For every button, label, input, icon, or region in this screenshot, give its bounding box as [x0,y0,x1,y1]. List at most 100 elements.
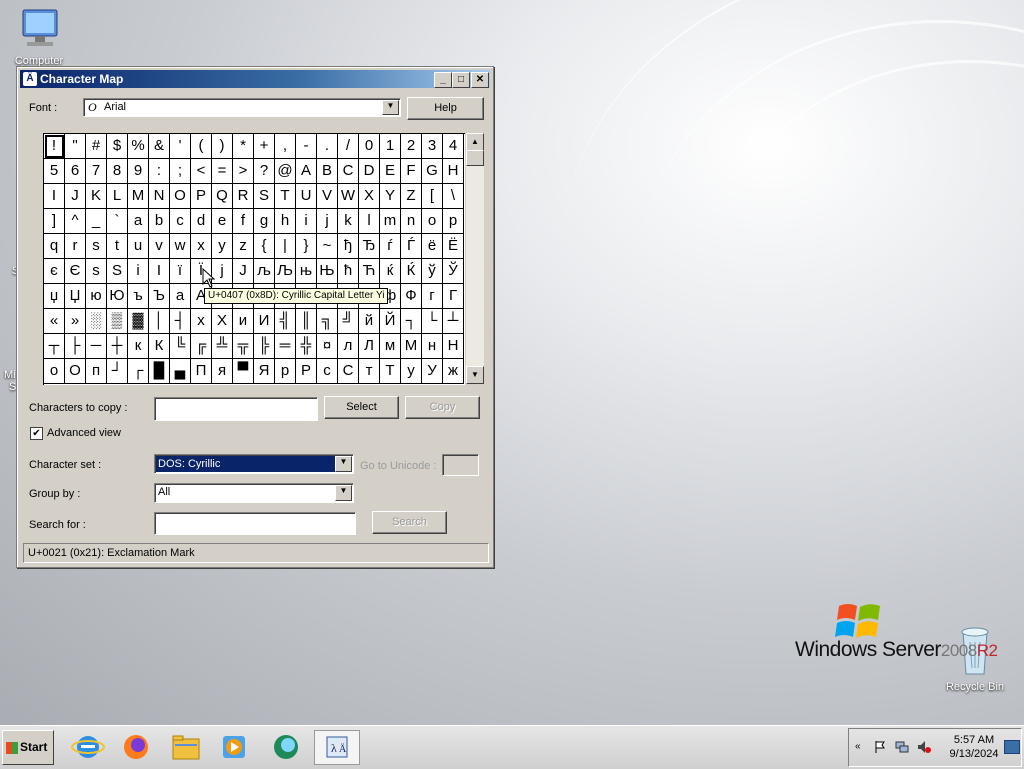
character-cell[interactable]: т [359,359,380,384]
character-cell[interactable]: Я [254,359,275,384]
character-grid-scrollbar[interactable]: ▲ ▼ [466,133,484,384]
character-cell[interactable]: я [212,359,233,384]
character-cell[interactable]: ѕ [86,259,107,284]
advanced-view-checkbox[interactable]: ✔ [30,427,43,440]
character-cell[interactable]: У [422,359,443,384]
character-cell[interactable]: ┴ [443,309,464,334]
character-cell[interactable]: И [254,309,275,334]
character-cell[interactable]: ~ [317,234,338,259]
character-cell[interactable]: Љ [275,259,296,284]
character-cell[interactable]: р [275,359,296,384]
show-desktop-icon[interactable] [1004,740,1020,754]
character-cell[interactable]: ` [107,209,128,234]
character-cell[interactable]: й [359,309,380,334]
character-cell[interactable]: { [254,234,275,259]
character-cell[interactable]: ╠ [254,334,275,359]
show-hidden-icons-chevron-icon[interactable]: « [855,740,869,754]
character-cell[interactable]: ъ [128,284,149,309]
character-cell[interactable]: М [401,334,422,359]
character-cell[interactable]: 6 [65,159,86,184]
character-cell[interactable]: - [296,134,317,159]
character-cell[interactable]: О [65,359,86,384]
character-cell[interactable]: а [170,284,191,309]
character-cell[interactable]: ю [86,284,107,309]
character-cell[interactable]: Н [443,334,464,359]
character-cell[interactable]: $ [107,134,128,159]
character-cell[interactable]: B [317,159,338,184]
scroll-up-button[interactable]: ▲ [466,133,484,151]
character-cell[interactable]: l [359,209,380,234]
character-cell[interactable]: n [401,209,422,234]
character-cell[interactable]: ╝ [338,309,359,334]
character-cell[interactable]: < [191,159,212,184]
character-cell[interactable]: у [401,359,422,384]
character-cell[interactable]: ┐ [401,309,422,334]
character-cell[interactable]: њ [296,259,317,284]
chevron-down-icon[interactable]: ▼ [335,456,352,472]
character-cell[interactable]: L [107,184,128,209]
character-cell[interactable]: ї [170,259,191,284]
character-cell[interactable]: █ [149,359,170,384]
character-cell[interactable]: ├ [65,334,86,359]
character-cell[interactable]: л [338,334,359,359]
character-cell[interactable]: p [443,209,464,234]
character-cell[interactable]: ё [422,234,443,259]
character-cell[interactable]: H [443,159,464,184]
character-cell[interactable]: Ъ [149,284,170,309]
character-cell[interactable]: @ [275,159,296,184]
character-cell[interactable]: v [149,234,170,259]
character-cell[interactable]: T [275,184,296,209]
character-grid[interactable]: ! " # $% & '() * +, -./0 1 2 3 4 5 6 7 8 9:; < = >? @ A B C D E F G H… [43,133,465,385]
character-cell[interactable]: ђ [338,234,359,259]
character-cell[interactable]: к [128,334,149,359]
character-cell[interactable]: Ђ [359,234,380,259]
start-button[interactable]: Start [2,730,54,765]
minimize-button[interactable]: _ [434,72,452,88]
character-cell[interactable]: K [86,184,107,209]
character-cell[interactable]: │ [149,309,170,334]
character-cell[interactable]: І [149,259,170,284]
character-cell[interactable]: ќ [380,259,401,284]
character-cell[interactable]: N [149,184,170,209]
character-cell[interactable]: « [44,309,65,334]
character-cell[interactable]: | [275,234,296,259]
character-cell[interactable]: " [65,134,86,159]
action-center-flag-icon[interactable] [873,740,887,754]
character-cell[interactable]: Ћ [359,259,380,284]
character-cell[interactable]: Є [65,259,86,284]
character-cell[interactable]: y [212,234,233,259]
character-cell[interactable]: E [380,159,401,184]
character-cell[interactable]: z [233,234,254,259]
character-cell[interactable]: Њ [317,259,338,284]
character-cell[interactable]: ▓ [128,309,149,334]
character-cell[interactable]: = [212,159,233,184]
window-titlebar[interactable]: Ä Character Map _ □ ✕ [20,70,490,88]
character-cell[interactable]: п [86,359,107,384]
character-cell[interactable]: └ [422,309,443,334]
scrollbar-thumb[interactable] [466,150,484,166]
character-cell[interactable]: W [338,184,359,209]
character-cell[interactable]: Т [380,359,401,384]
character-cell[interactable]: ┤ [170,309,191,334]
volume-muted-icon[interactable] [917,740,931,754]
taskbar-app-internet-explorer[interactable] [69,730,107,763]
character-cell[interactable]: ╔ [191,334,212,359]
group-by-dropdown[interactable]: All ▼ [154,483,354,503]
character-cell[interactable]: Ј [233,259,254,284]
character-cell[interactable]: є [44,259,65,284]
character-cell[interactable]: ┌ [128,359,149,384]
character-cell[interactable]: Ю [107,284,128,309]
taskbar-app-file-explorer[interactable] [167,730,205,763]
character-cell[interactable]: 9 [128,159,149,184]
taskbar-app-media-player[interactable] [216,730,254,763]
character-cell[interactable]: ; [170,159,191,184]
character-cell[interactable]: t [107,234,128,259]
character-cell[interactable]: о [44,359,65,384]
character-cell[interactable]: ) [212,134,233,159]
character-cell[interactable]: X [359,184,380,209]
character-cell[interactable]: 7 [86,159,107,184]
character-cell[interactable]: b [149,209,170,234]
character-cell[interactable]: ═ [275,334,296,359]
character-cell[interactable]: ░ [86,309,107,334]
character-cell[interactable]: [ [422,184,443,209]
